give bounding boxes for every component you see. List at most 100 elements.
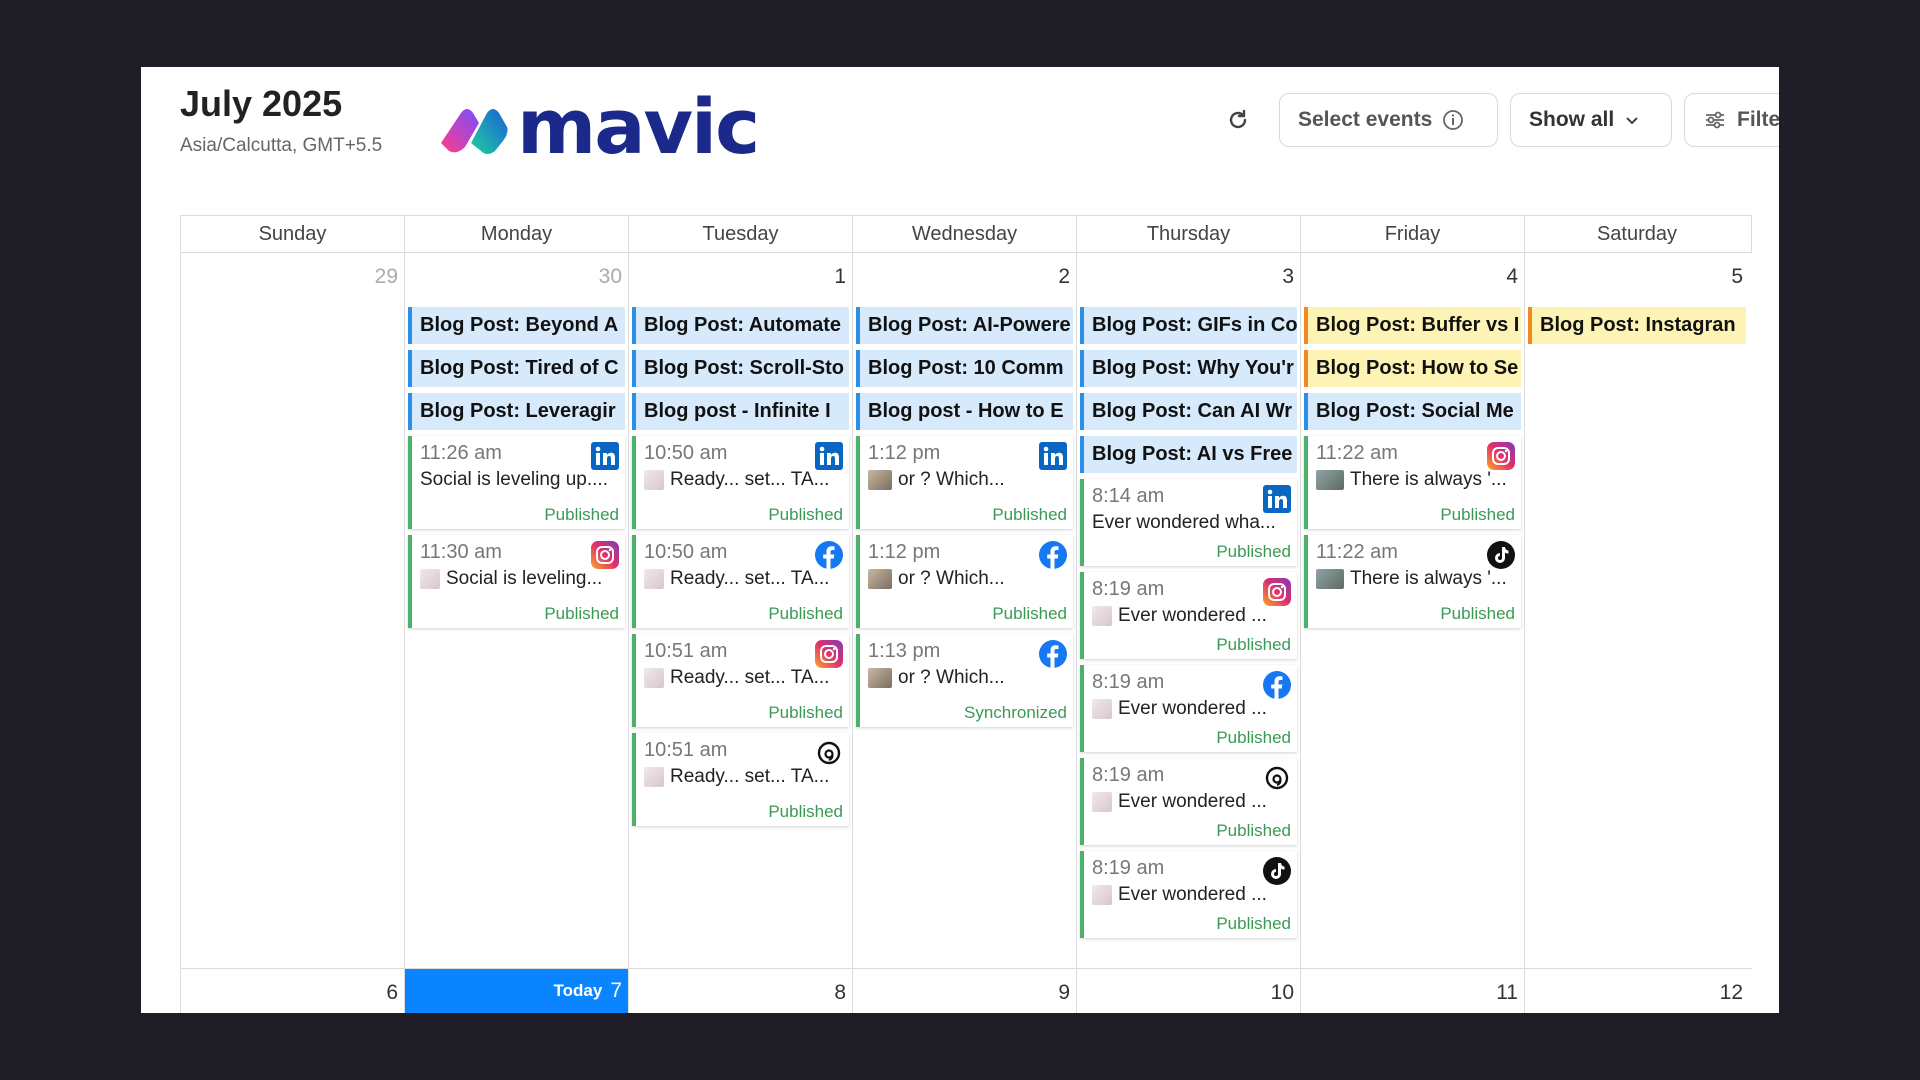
post-excerpt: Ready... set... TA... xyxy=(670,667,830,688)
post-time: 10:50 am xyxy=(644,541,728,563)
social-post-card[interactable]: 8:19 am Ever wondered ... Published xyxy=(1080,665,1297,752)
show-all-label: Show all xyxy=(1529,108,1615,131)
social-post-card[interactable]: 8:19 am Ever wondered ... Published xyxy=(1080,572,1297,659)
blog-event[interactable]: Blog Post: Scroll-Sto xyxy=(632,350,849,387)
social-post-card[interactable]: 1:12 pm or ? Which... Published xyxy=(856,436,1073,529)
day-number: 9 xyxy=(1058,981,1070,1004)
social-post-card[interactable]: 8:19 am Ever wondered ... Published xyxy=(1080,851,1297,938)
show-all-dropdown[interactable]: Show all xyxy=(1510,93,1672,147)
post-status: Published xyxy=(992,505,1067,524)
post-excerpt: or ? Which... xyxy=(898,568,1005,589)
post-text: Ready... set... TA... xyxy=(644,766,843,788)
day-number: 2 xyxy=(1058,265,1070,288)
mavic-logo: mavic xyxy=(437,82,760,171)
post-thumbnail xyxy=(868,668,892,688)
blog-event[interactable]: Blog Post: GIFs in Co xyxy=(1080,307,1297,344)
blog-event[interactable]: Blog Post: Tired of C xyxy=(408,350,625,387)
blog-event[interactable]: Blog Post: Beyond A xyxy=(408,307,625,344)
post-time: 8:19 am xyxy=(1092,764,1165,786)
select-events-label: Select events xyxy=(1298,108,1433,131)
blog-event[interactable]: Blog Post: AI vs Free xyxy=(1080,436,1297,473)
day-number: 12 xyxy=(1719,981,1743,1004)
social-post-card[interactable]: 1:13 pm or ? Which... Synchronized xyxy=(856,634,1073,727)
day-cell[interactable]: 6 xyxy=(181,969,405,1013)
social-post-card[interactable]: 10:50 am Ready... set... TA... Published xyxy=(632,436,849,529)
week-row: 29 30 Blog Post: Beyond A Blog Post: Tir… xyxy=(180,253,1752,969)
day-cell[interactable]: 10 xyxy=(1077,969,1301,1013)
instagram-icon xyxy=(815,640,843,668)
post-excerpt: Social is leveling up.... xyxy=(420,469,608,490)
blog-event[interactable]: Blog Post: Social Me xyxy=(1304,393,1521,430)
post-text: Ever wondered ... xyxy=(1092,791,1291,813)
blog-event[interactable]: Blog Post: AI-Powere xyxy=(856,307,1073,344)
day-cell[interactable]: 30 Blog Post: Beyond A Blog Post: Tired … xyxy=(405,253,629,968)
social-post-card[interactable]: 11:30 am Social is leveling... Published xyxy=(408,535,625,628)
social-post-card[interactable]: 1:12 pm or ? Which... Published xyxy=(856,535,1073,628)
blog-event[interactable]: Blog Post: Automate xyxy=(632,307,849,344)
post-status: Published xyxy=(1216,821,1291,840)
refresh-icon xyxy=(1229,109,1247,129)
social-post-card[interactable]: 10:50 am Ready... set... TA... Published xyxy=(632,535,849,628)
post-excerpt: There is always '... xyxy=(1350,568,1507,589)
post-text: or ? Which... xyxy=(868,568,1067,590)
day-cell[interactable]: 29 xyxy=(181,253,405,968)
day-cell-today[interactable]: Today 7 xyxy=(405,969,629,1013)
blog-event[interactable]: Blog post - Infinite I xyxy=(632,393,849,430)
weekday-thursday: Thursday xyxy=(1077,216,1301,252)
day-cell[interactable]: 12 xyxy=(1525,969,1749,1013)
tiktok-icon xyxy=(1263,857,1291,885)
post-time: 11:26 am xyxy=(420,442,502,464)
post-status: Published xyxy=(1216,635,1291,654)
social-post-card[interactable]: 10:51 am Ready... set... TA... Published xyxy=(632,634,849,727)
day-cell[interactable]: 1 Blog Post: Automate Blog Post: Scroll-… xyxy=(629,253,853,968)
blog-event[interactable]: Blog Post: Why You'r xyxy=(1080,350,1297,387)
post-time: 10:50 am xyxy=(644,442,728,464)
post-status: Published xyxy=(544,505,619,524)
linkedin-icon xyxy=(815,442,843,470)
blog-event[interactable]: Blog Post: How to Se xyxy=(1304,350,1521,387)
logo-wordmark: mavic xyxy=(517,82,760,171)
refresh-button[interactable] xyxy=(1215,93,1261,147)
info-icon[interactable] xyxy=(1442,109,1464,131)
blog-event[interactable]: Blog Post: Leveragir xyxy=(408,393,625,430)
post-thumbnail xyxy=(1092,699,1112,719)
blog-event[interactable]: Blog Post: Instagran xyxy=(1528,307,1746,344)
day-cell[interactable]: 8 xyxy=(629,969,853,1013)
day-cell[interactable]: 2 Blog Post: AI-Powere Blog Post: 10 Com… xyxy=(853,253,1077,968)
facebook-icon xyxy=(1039,541,1067,569)
select-events-button[interactable]: Select events xyxy=(1279,93,1498,147)
day-number: 7 xyxy=(610,979,622,1002)
day-cell[interactable]: 5 Blog Post: Instagran xyxy=(1525,253,1749,968)
social-post-card[interactable]: 11:22 am There is always '... Published xyxy=(1304,535,1521,628)
social-post-card[interactable]: 11:22 am There is always '... Published xyxy=(1304,436,1521,529)
blog-event[interactable]: Blog Post: 10 Comm xyxy=(856,350,1073,387)
month-title: July 2025 xyxy=(180,83,343,124)
social-post-card[interactable]: 8:19 am Ever wondered ... Published xyxy=(1080,758,1297,845)
weekday-sunday: Sunday xyxy=(181,216,405,252)
day-cell[interactable]: 9 xyxy=(853,969,1077,1013)
post-thumbnail xyxy=(868,470,892,490)
post-status: Published xyxy=(1216,728,1291,747)
post-status: Published xyxy=(992,604,1067,623)
day-cell[interactable]: 4 Blog Post: Buffer vs I Blog Post: How … xyxy=(1301,253,1525,968)
social-post-card[interactable]: 10:51 am Ready... set... TA... Published xyxy=(632,733,849,826)
blog-event[interactable]: Blog post - How to E xyxy=(856,393,1073,430)
calendar-app: July 2025 Asia/Calcutta, GMT+5.5 mavic S… xyxy=(141,67,1779,1013)
post-time: 8:19 am xyxy=(1092,578,1165,600)
blog-event[interactable]: Blog Post: Buffer vs I xyxy=(1304,307,1521,344)
filters-button[interactable]: Filte xyxy=(1684,93,1779,147)
social-post-card[interactable]: 11:26 am Social is leveling up.... Publi… xyxy=(408,436,625,529)
day-cell[interactable]: 11 xyxy=(1301,969,1525,1013)
day-number: 10 xyxy=(1270,981,1294,1004)
post-text: Ready... set... TA... xyxy=(644,469,843,491)
post-text: Ever wondered ... xyxy=(1092,884,1291,906)
post-status: Published xyxy=(1216,542,1291,561)
post-thumbnail xyxy=(1316,569,1344,589)
day-cell[interactable]: 3 Blog Post: GIFs in Co Blog Post: Why Y… xyxy=(1077,253,1301,968)
post-thumbnail xyxy=(868,569,892,589)
post-text: Ever wondered ... xyxy=(1092,605,1291,627)
blog-event[interactable]: Blog Post: Can AI Wr xyxy=(1080,393,1297,430)
event-list: Blog Post: Automate Blog Post: Scroll-St… xyxy=(632,307,849,826)
social-post-card[interactable]: 8:14 am Ever wondered wha... Published xyxy=(1080,479,1297,566)
post-status: Published xyxy=(768,802,843,821)
